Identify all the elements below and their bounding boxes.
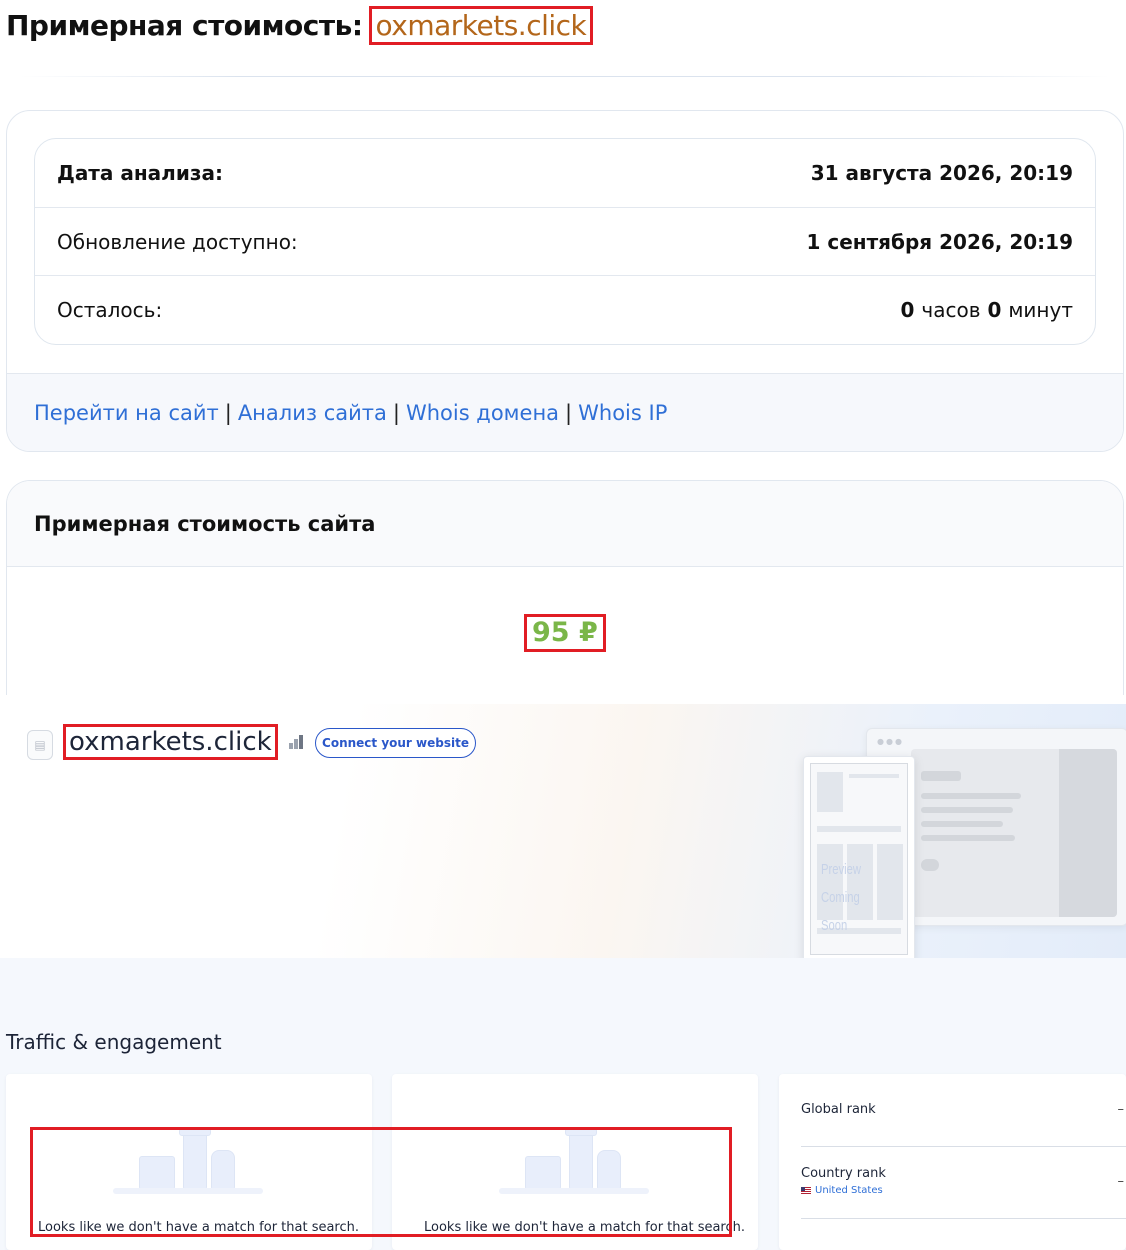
title-divider bbox=[20, 76, 1110, 77]
remaining-minutes-unit: минут bbox=[1008, 297, 1073, 322]
analysis-date-label: Дата анализа: bbox=[57, 161, 223, 185]
link-ip-whois[interactable]: Whois IP bbox=[578, 401, 667, 425]
page-title-prefix: Примерная стоимость: bbox=[6, 9, 363, 42]
site-domain-title: oxmarkets.click bbox=[63, 724, 278, 760]
link-separator: | bbox=[392, 400, 400, 425]
valuation-price: 95 ₽ bbox=[524, 614, 606, 652]
page-title-domain: oxmarkets.click bbox=[368, 6, 594, 45]
country-rank-row: Country rank – United States bbox=[801, 1166, 1126, 1196]
traffic-title: Traffic & engagement bbox=[6, 1030, 222, 1054]
link-separator: | bbox=[565, 400, 573, 425]
page-title: Примерная стоимость: oxmarkets.click bbox=[6, 6, 594, 45]
analysis-date-value: 31 августа 2026, 20:19 bbox=[810, 161, 1073, 185]
global-rank-value: – bbox=[1117, 1102, 1125, 1117]
rank-bars-icon bbox=[289, 733, 307, 749]
global-rank-label: Global rank bbox=[801, 1102, 876, 1117]
country-rank-value: – bbox=[1117, 1174, 1125, 1189]
country-rank-label: Country rank bbox=[801, 1166, 886, 1181]
rank-divider bbox=[801, 1218, 1126, 1219]
us-flag-icon bbox=[801, 1186, 811, 1194]
link-site-analysis[interactable]: Анализ сайта bbox=[238, 401, 387, 425]
global-rank-row: Global rank – bbox=[801, 1102, 1126, 1117]
rank-divider bbox=[801, 1146, 1126, 1147]
valuation-heading: Примерная стоимость сайта bbox=[7, 481, 1123, 567]
annotation-highlight-box bbox=[30, 1127, 732, 1237]
preview-line-2: Coming Soon bbox=[821, 889, 860, 934]
update-available-row: Обновление доступно: 1 сентября 2026, 20… bbox=[35, 207, 1095, 275]
connect-website-button[interactable]: Connect your website bbox=[315, 728, 476, 758]
remaining-hours-unit: часов bbox=[921, 297, 981, 322]
update-available-label: Обновление доступно: bbox=[57, 229, 298, 254]
update-available-value: 1 сентября 2026, 20:19 bbox=[806, 229, 1073, 254]
site-header-section: ▤ oxmarkets.click Connect your website ●… bbox=[6, 704, 1126, 964]
preview-line-1: Preview bbox=[821, 861, 862, 878]
analysis-card: Дата анализа: 31 августа 2026, 20:19 Обн… bbox=[6, 110, 1124, 452]
link-go-to-site[interactable]: Перейти на сайт bbox=[34, 401, 219, 425]
preview-coming-soon: Preview Coming Soon bbox=[821, 856, 886, 940]
link-separator: | bbox=[224, 400, 232, 425]
country-link[interactable]: United States bbox=[801, 1185, 1126, 1196]
remaining-value: 0 часов 0 минут bbox=[901, 298, 1074, 322]
site-links-bar: Перейти на сайт | Анализ сайта | Whois д… bbox=[7, 373, 1123, 451]
remaining-row: Осталось: 0 часов 0 минут bbox=[35, 275, 1095, 343]
remaining-label: Осталось: bbox=[57, 297, 163, 322]
mobile-preview-mockup: Preview Coming Soon bbox=[803, 756, 915, 964]
analysis-table: Дата анализа: 31 августа 2026, 20:19 Обн… bbox=[34, 138, 1096, 345]
remaining-minutes: 0 bbox=[987, 297, 1002, 322]
analysis-date-row: Дата анализа: 31 августа 2026, 20:19 bbox=[35, 139, 1095, 207]
link-domain-whois[interactable]: Whois домена bbox=[406, 401, 559, 425]
rank-card: Global rank – Country rank – United Stat… bbox=[779, 1074, 1126, 1250]
valuation-card: Примерная стоимость сайта 95 ₽ bbox=[6, 480, 1124, 695]
window-dots-icon: ●●● bbox=[877, 737, 904, 746]
remaining-hours: 0 bbox=[900, 297, 915, 322]
country-name: United States bbox=[815, 1185, 883, 1196]
favicon-placeholder-icon: ▤ bbox=[27, 730, 53, 760]
